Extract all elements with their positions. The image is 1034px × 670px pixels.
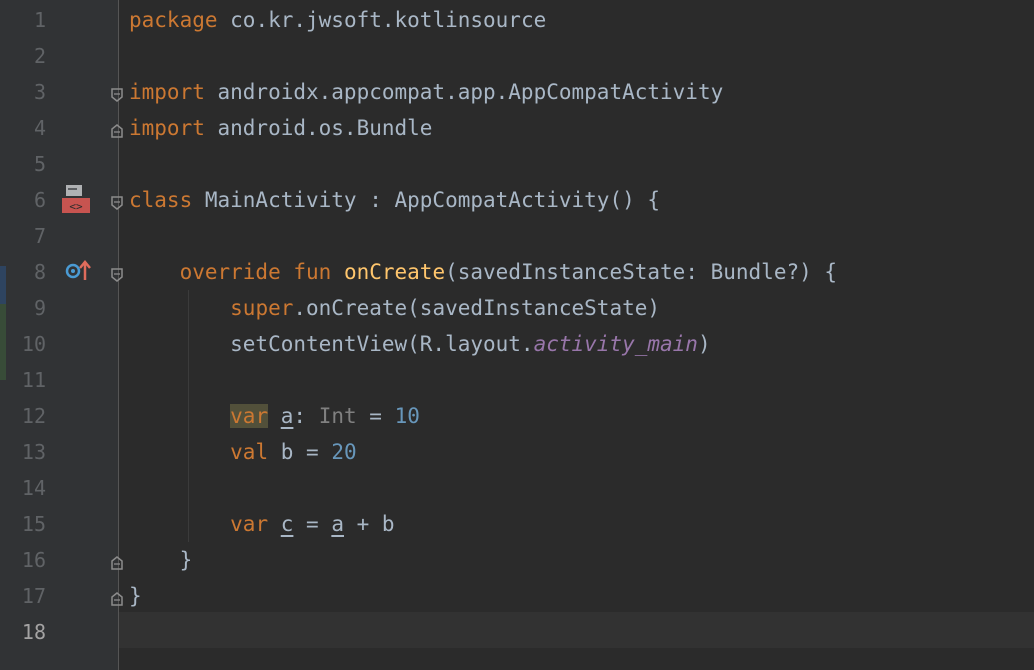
code-token: var: [230, 404, 269, 428]
line-number[interactable]: 15: [0, 506, 46, 542]
line-number[interactable]: 14: [0, 470, 46, 506]
code-line[interactable]: import android.os.Bundle: [129, 110, 432, 146]
fold-end-oncreate-icon[interactable]: [110, 552, 124, 570]
code-token: c: [280, 512, 294, 536]
code-token: androidx.appcompat.app.AppCompatActivity: [204, 80, 724, 104]
code-token: activity_main: [533, 332, 698, 356]
fold-start-class-icon[interactable]: [110, 192, 124, 210]
line-number[interactable]: 12: [0, 398, 46, 434]
code-editor[interactable]: 1 2 3 4 5 6 7 8 9 10 11 12 13 14 15 16 17 18 package co.k…: [0, 0, 1034, 670]
fold-start-oncreate-icon[interactable]: [110, 264, 124, 282]
code-token: + b: [344, 512, 395, 536]
code-token: package: [129, 8, 218, 32]
code-token: =: [356, 404, 395, 428]
current-line-highlight: [119, 612, 1034, 648]
line-number[interactable]: 7: [0, 218, 46, 254]
line-number[interactable]: 3: [0, 74, 46, 110]
code-line[interactable]: }: [129, 542, 193, 578]
code-token: =: [293, 512, 332, 536]
code-line[interactable]: }: [129, 578, 142, 614]
line-number[interactable]: 9: [0, 290, 46, 326]
code-token: }: [129, 548, 193, 572]
line-number[interactable]: 17: [0, 578, 46, 614]
line-number[interactable]: 16: [0, 542, 46, 578]
line-number[interactable]: 4: [0, 110, 46, 146]
code-token: MainActivity : AppCompatActivity() {: [192, 188, 661, 212]
code-token: Int: [318, 404, 357, 428]
svg-text:<>: <>: [69, 200, 83, 213]
code-line[interactable]: class MainActivity : AppCompatActivity()…: [129, 182, 660, 218]
code-token: setContentView(R.layout.: [129, 332, 534, 356]
line-number[interactable]: 13: [0, 434, 46, 470]
override-method-icon[interactable]: [64, 258, 92, 289]
code-line[interactable]: var c = a + b: [129, 506, 395, 542]
line-number[interactable]: 10: [0, 326, 46, 362]
code-line[interactable]: val b = 20: [129, 434, 357, 470]
line-number[interactable]: 5: [0, 146, 46, 182]
indent-guide: [188, 290, 189, 542]
code-token: import: [129, 80, 205, 104]
code-token: class: [129, 188, 193, 212]
code-token: var: [230, 512, 269, 536]
fold-end-import-icon[interactable]: [110, 120, 124, 138]
code-line[interactable]: var a: Int = 10: [129, 398, 420, 434]
code-token: }: [129, 584, 142, 608]
code-token: co.kr.jwsoft.kotlinsource: [217, 8, 547, 32]
code-token: super: [230, 296, 294, 320]
code-line[interactable]: package co.kr.jwsoft.kotlinsource: [129, 2, 546, 38]
fold-end-class-icon[interactable]: [110, 588, 124, 606]
code-token: import: [129, 116, 205, 140]
code-line[interactable]: import androidx.appcompat.app.AppCompatA…: [129, 74, 723, 110]
code-token: 10: [394, 404, 420, 428]
layout-preview-icon[interactable]: <>: [60, 183, 92, 220]
code-line[interactable]: override fun onCreate(savedInstanceState…: [129, 254, 837, 290]
line-number[interactable]: 8: [0, 254, 46, 290]
line-number[interactable]: 6: [0, 182, 46, 218]
code-token: val: [230, 440, 269, 464]
line-number[interactable]: 18: [0, 614, 46, 650]
line-number[interactable]: 1: [0, 2, 46, 38]
code-token: android.os.Bundle: [204, 116, 433, 140]
code-token: a: [280, 404, 294, 428]
code-line[interactable]: super.onCreate(savedInstanceState): [129, 290, 660, 326]
code-token: onCreate: [343, 260, 446, 284]
code-token: override fun: [179, 260, 332, 284]
line-number[interactable]: 2: [0, 38, 46, 74]
code-token: ): [697, 332, 711, 356]
fold-start-import-icon[interactable]: [110, 84, 124, 102]
code-token: 20: [331, 440, 357, 464]
code-token: a: [331, 512, 344, 536]
code-token: :: [293, 404, 319, 428]
code-token: .onCreate(savedInstanceState): [293, 296, 661, 320]
code-token: (savedInstanceState: Bundle?) {: [445, 260, 838, 284]
code-line[interactable]: setContentView(R.layout.activity_main): [129, 326, 711, 362]
code-token: b =: [268, 440, 332, 464]
line-number[interactable]: 11: [0, 362, 46, 398]
